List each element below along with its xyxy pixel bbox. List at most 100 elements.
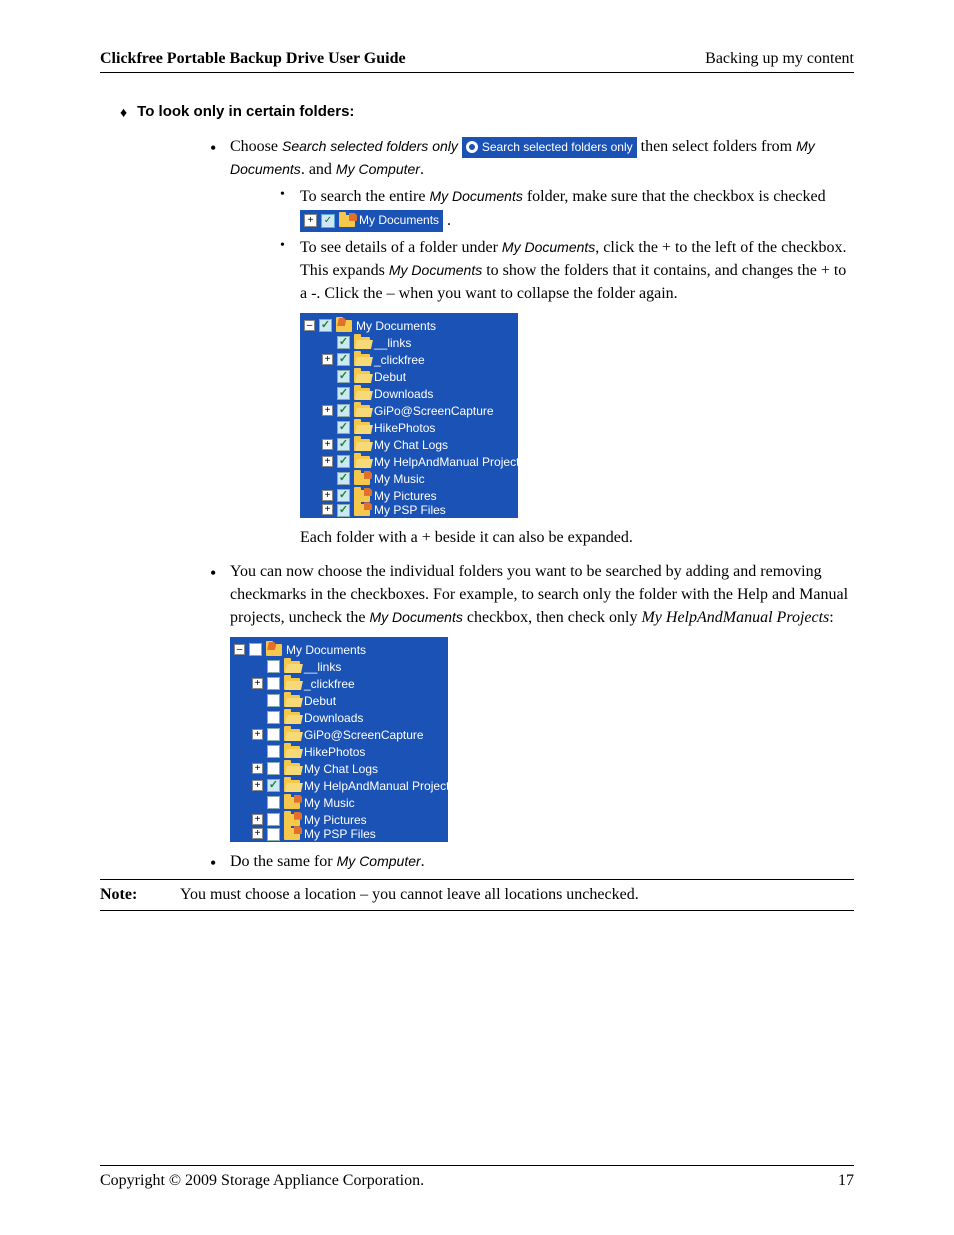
folder-icon xyxy=(284,712,300,724)
note-block: Note: You must choose a location – you c… xyxy=(100,879,854,911)
checkbox-icon[interactable] xyxy=(267,694,280,707)
expand-icon xyxy=(252,746,263,757)
folder-icon xyxy=(336,320,352,332)
folder-icon xyxy=(284,814,300,826)
sub-bullet-expand-folder: To see details of a folder under My Docu… xyxy=(280,236,854,550)
checkbox-icon[interactable] xyxy=(267,779,280,792)
checkbox-icon: ✓ xyxy=(321,214,335,228)
tree-label: _clickfree xyxy=(304,678,355,690)
radio-icon xyxy=(466,141,478,153)
tree-label: My HelpAndManual Projects xyxy=(374,456,518,468)
expand-icon[interactable]: + xyxy=(252,678,263,689)
tree-row[interactable]: + My HelpAndManual Projects xyxy=(304,453,518,470)
bullet-do-same: Do the same for My Computer. xyxy=(210,850,854,873)
checkbox-icon[interactable] xyxy=(267,762,280,775)
tree-row[interactable]: Downloads xyxy=(304,385,518,402)
tree-row[interactable]: – My Documents xyxy=(304,317,518,334)
folder-icon xyxy=(354,473,370,485)
expand-icon xyxy=(252,797,263,808)
checkbox-icon[interactable] xyxy=(337,504,350,517)
folder-icon xyxy=(284,678,300,690)
folder-tree-one-checked: –My Documents__links + _clickfree Debut Down… xyxy=(230,637,448,842)
folder-icon xyxy=(354,337,370,349)
tree-row[interactable]: +My PSP Files xyxy=(234,828,448,838)
expand-icon[interactable]: + xyxy=(252,729,263,740)
tree-label: HikePhotos xyxy=(374,422,435,434)
tree-label: GiPo@ScreenCapture xyxy=(374,405,494,417)
expand-icon[interactable]: + xyxy=(322,456,333,467)
checkbox-icon[interactable] xyxy=(267,828,280,841)
checkbox-icon[interactable] xyxy=(337,421,350,434)
folder-icon xyxy=(354,354,370,366)
expand-icon[interactable]: + xyxy=(322,405,333,416)
folder-tree-all-checked: – My Documents __links+_clickfreeDebutDown… xyxy=(300,313,518,518)
checkbox-icon[interactable] xyxy=(267,745,280,758)
section-title: To look only in certain folders: xyxy=(137,103,354,120)
checkbox-icon[interactable] xyxy=(337,438,350,451)
tree-label: My Documents xyxy=(356,320,436,332)
checkbox-icon[interactable] xyxy=(267,728,280,741)
expand-icon[interactable]: + xyxy=(322,490,333,501)
checkbox-icon[interactable] xyxy=(319,319,332,332)
checkbox-icon[interactable] xyxy=(337,336,350,349)
tree-label: My Music xyxy=(374,473,425,485)
tree-row[interactable]: __links xyxy=(304,334,518,351)
tree-label: Debut xyxy=(304,695,336,707)
tree-row[interactable]: +_clickfree xyxy=(304,351,518,368)
expand-icon[interactable]: + xyxy=(252,814,263,825)
tree-row[interactable]: +My PSP Files xyxy=(304,504,518,514)
checkbox-icon[interactable] xyxy=(337,455,350,468)
tree-row[interactable]: +My Chat Logs xyxy=(234,760,448,777)
tree-row[interactable]: My Music xyxy=(304,470,518,487)
expand-icon[interactable]: – xyxy=(234,644,245,655)
tree-label: My Pictures xyxy=(374,490,437,502)
tree-row[interactable]: + My Pictures xyxy=(234,811,448,828)
folder-icon xyxy=(354,422,370,434)
expand-icon[interactable]: + xyxy=(252,828,263,839)
tree-label: My Pictures xyxy=(304,814,367,826)
page-number: 17 xyxy=(838,1172,854,1190)
checkbox-icon[interactable] xyxy=(267,813,280,826)
checkbox-icon[interactable] xyxy=(267,711,280,724)
expand-icon[interactable]: + xyxy=(322,354,333,365)
folder-icon xyxy=(284,763,300,775)
checkbox-icon[interactable] xyxy=(337,353,350,366)
checkbox-icon[interactable] xyxy=(249,643,262,656)
tree-row[interactable]: __links xyxy=(234,658,448,675)
checkbox-icon[interactable] xyxy=(267,660,280,673)
expand-icon[interactable]: + xyxy=(252,763,263,774)
expand-icon[interactable]: + xyxy=(322,439,333,450)
tree-label: Downloads xyxy=(304,712,363,724)
tree-row[interactable]: +GiPo@ScreenCapture xyxy=(234,726,448,743)
tree-row[interactable]: Downloads xyxy=(234,709,448,726)
checkbox-icon[interactable] xyxy=(267,796,280,809)
expand-icon[interactable]: – xyxy=(304,320,315,331)
page-footer: Copyright © 2009 Storage Appliance Corpo… xyxy=(100,1165,854,1190)
tree-row[interactable]: +My HelpAndManual Projects xyxy=(234,777,448,794)
expand-icon[interactable]: + xyxy=(322,504,333,515)
checkbox-icon[interactable] xyxy=(337,370,350,383)
folder-icon xyxy=(284,746,300,758)
checkbox-icon[interactable] xyxy=(337,404,350,417)
tree-row[interactable]: Debut xyxy=(234,692,448,709)
expand-icon xyxy=(322,388,333,399)
tree-row[interactable]: + _clickfree xyxy=(234,675,448,692)
expand-icon xyxy=(322,337,333,348)
tree-row[interactable]: HikePhotos xyxy=(304,419,518,436)
checkbox-icon[interactable] xyxy=(267,677,280,690)
checkbox-icon[interactable] xyxy=(337,387,350,400)
folder-icon xyxy=(354,504,370,516)
folder-icon xyxy=(354,456,370,468)
expand-icon[interactable]: + xyxy=(252,780,263,791)
tree-row[interactable]: My Music xyxy=(234,794,448,811)
tree-row[interactable]: –My Documents xyxy=(234,641,448,658)
tree-row[interactable]: + My Pictures xyxy=(304,487,518,504)
tree-row[interactable]: HikePhotos xyxy=(234,743,448,760)
checkbox-icon[interactable] xyxy=(337,472,350,485)
tree-row[interactable]: Debut xyxy=(304,368,518,385)
expand-icon xyxy=(252,712,263,723)
tree-row[interactable]: +My Chat Logs xyxy=(304,436,518,453)
checkbox-icon[interactable] xyxy=(337,489,350,502)
tree-row[interactable]: + GiPo@ScreenCapture xyxy=(304,402,518,419)
after-tree-text: Each folder with a + beside it can also … xyxy=(300,526,854,549)
